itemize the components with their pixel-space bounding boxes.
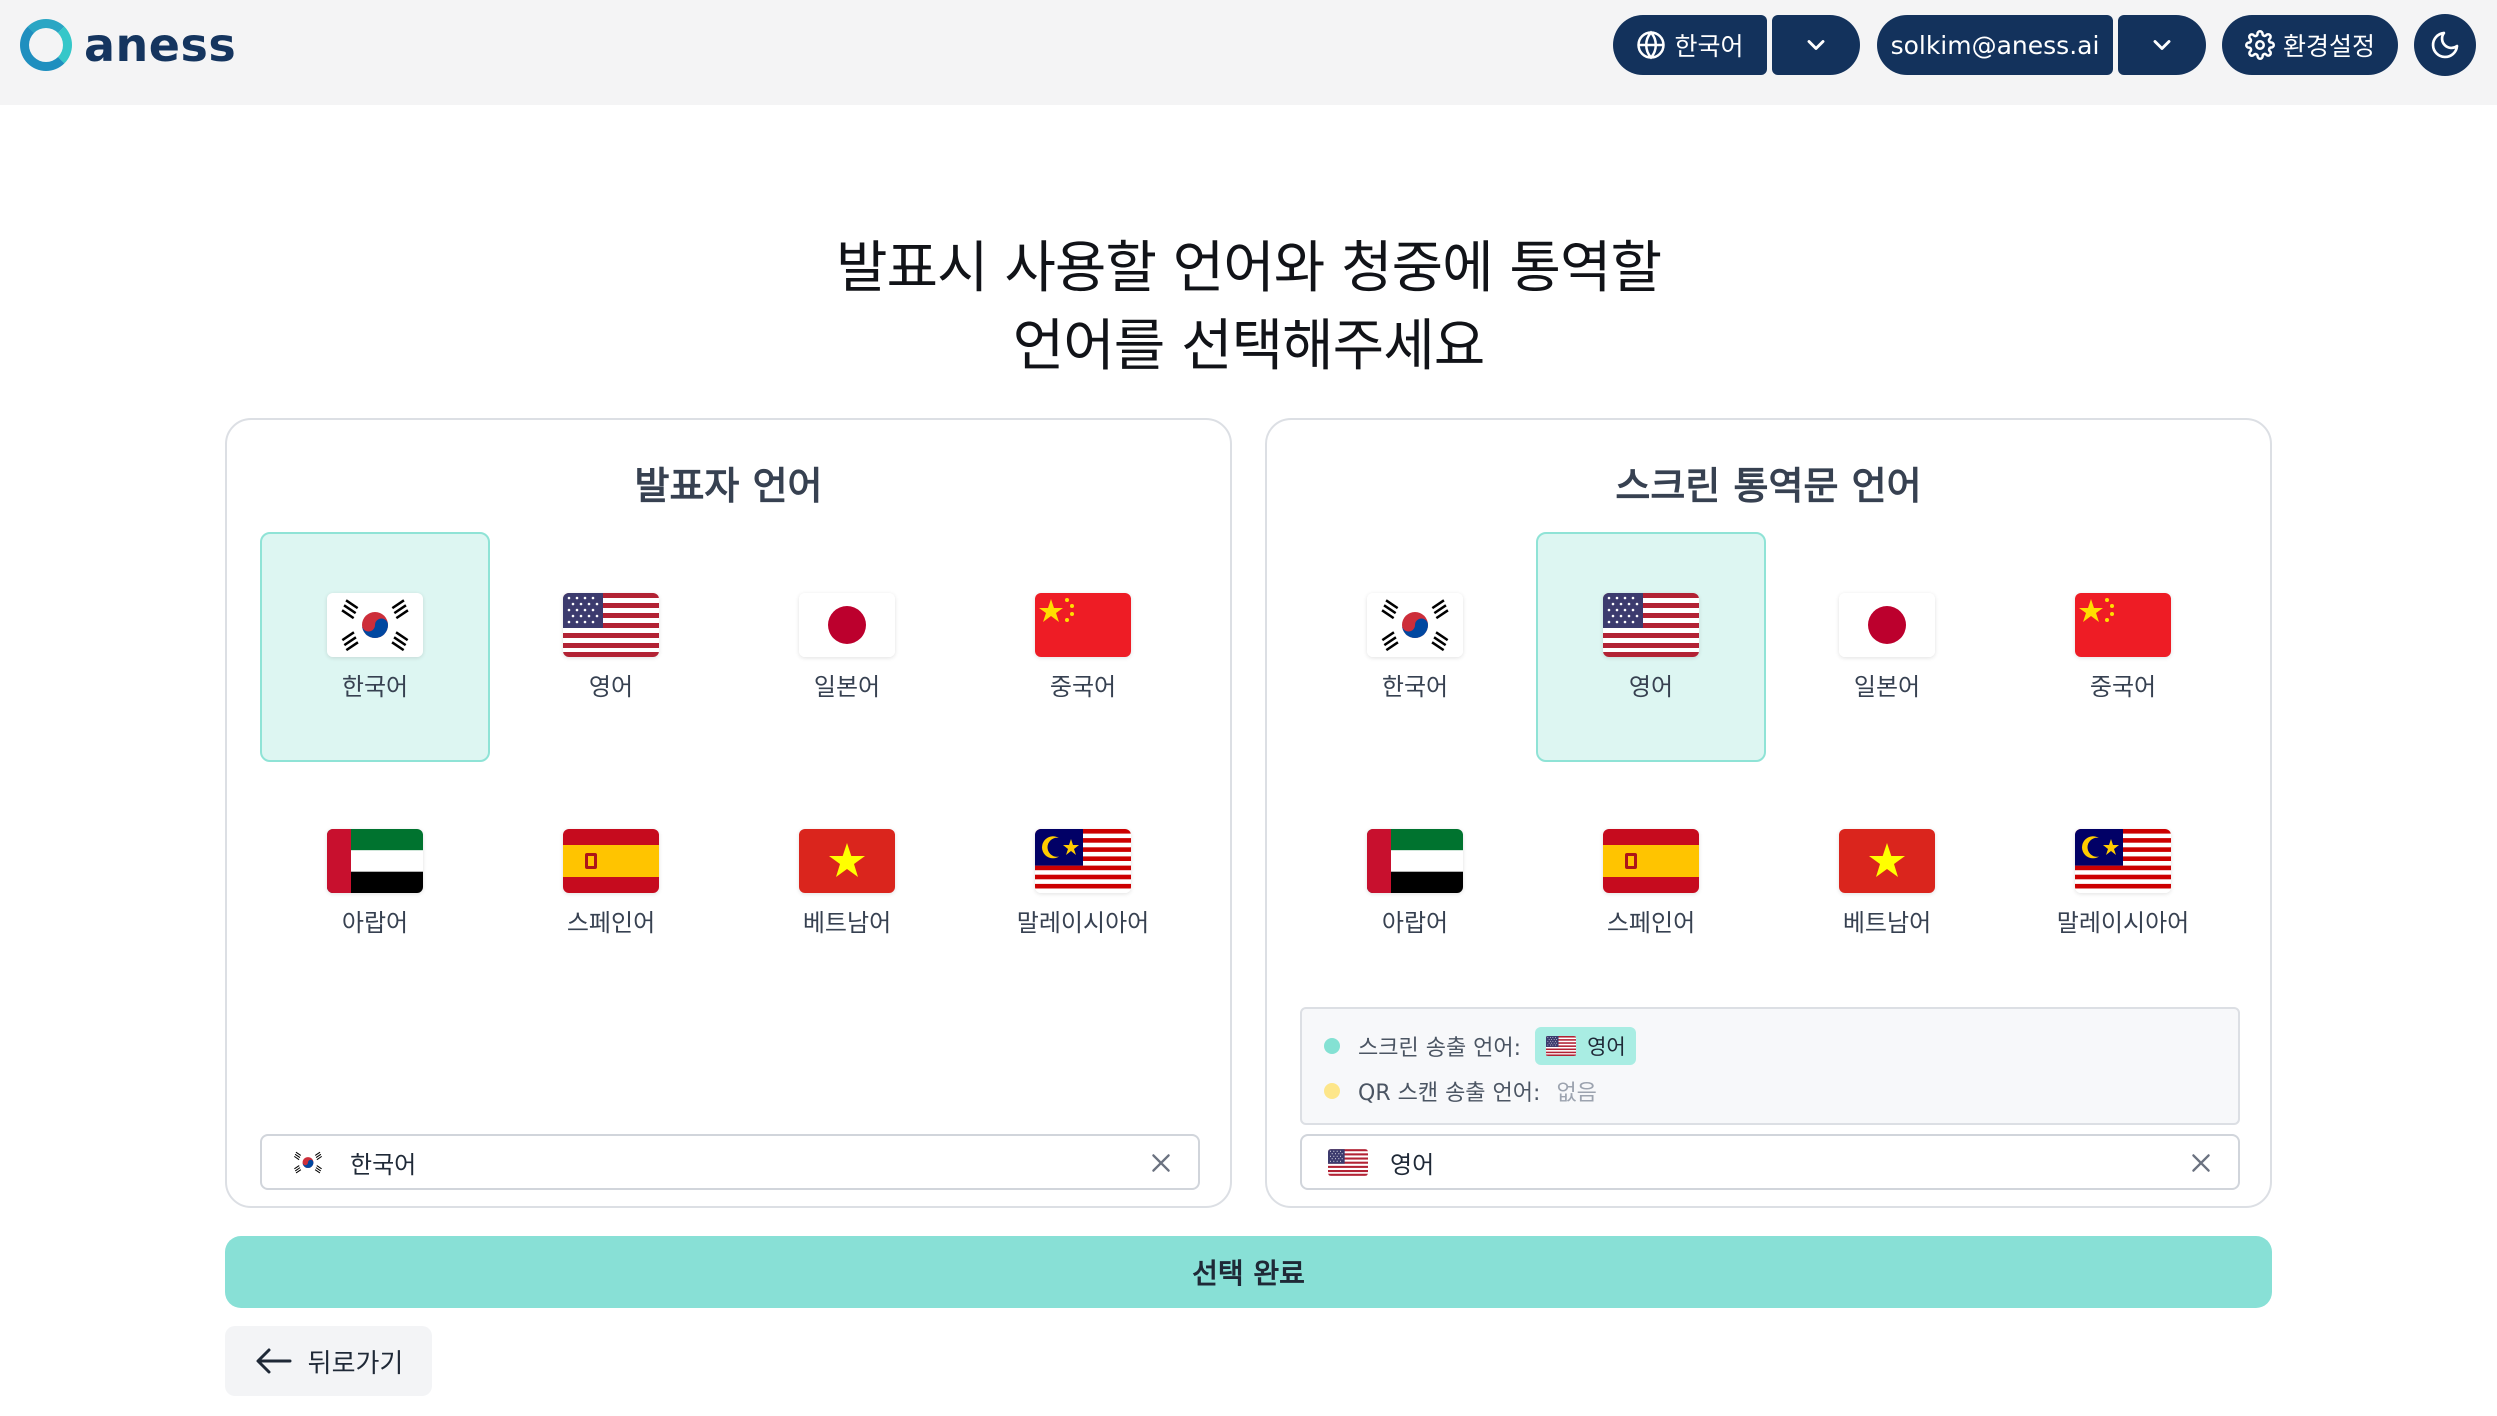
screen-output-row: 스크린 송출 언어: 영어 [1324,1027,1636,1065]
screen-language-option-label: 영어 [1628,672,1674,701]
speaker-language-option-label: 영어 [588,672,634,701]
screen-language-grid: 한국어 영어 일본어 중국어아랍어 스페인어 베트남어 말레이시아어 [1300,532,2240,1004]
speaker-language-title: 발표자 언어 [634,464,823,508]
gear-icon [2245,30,2275,60]
kr-flag-icon [327,592,423,657]
cn-flag-icon [2075,592,2171,657]
speaker-language-option[interactable]: 베트남어 [732,768,962,998]
back-button-label: 뒤로가기 [307,1348,404,1379]
my-flag-icon [1035,828,1131,893]
speaker-language-option[interactable]: 중국어 [968,532,1198,762]
speaker-language-option-label: 일본어 [813,672,881,701]
speaker-selected-language: 한국어 [350,1150,417,1179]
es-flag-icon [563,828,659,893]
vn-flag-icon [799,828,895,893]
page-title-line-1: 발표시 사용할 언어와 청중에 통역할 [835,236,1662,301]
screen-language-option[interactable]: 한국어 [1300,532,1530,762]
status-dot-yellow [1324,1083,1340,1099]
screen-language-panel: 스크린 통역문 언어 한국어 영어 일본어 중국어 아랍어 스페인어 베트남어 말레이시아어 … [1265,418,2272,1208]
speaker-language-panel: 발표자 언어 한국어 영어 일본어 중국어아랍어 스페인어 베트남어 말레이시아어 한국어 [225,418,1232,1208]
speaker-language-option[interactable]: 한국어 [260,532,490,762]
screen-language-option-label: 베트남어 [1842,908,1932,937]
speaker-language-option-label: 중국어 [1049,672,1117,701]
screen-language-option[interactable]: 일본어 [1772,532,2002,762]
submit-selection-button[interactable]: 선택 완료 [225,1236,2272,1308]
chevron-down-icon [1807,40,1825,50]
output-status-box: 스크린 송출 언어: 영어 QR 스캔 송출 언어: 없음 [1300,1007,2240,1125]
screen-language-option-label: 말레이시아어 [2056,908,2190,937]
close-icon[interactable] [2188,1150,2214,1176]
ae-flag-icon [1367,828,1463,893]
screen-language-option[interactable]: 베트남어 [1772,768,2002,998]
screen-output-label: 스크린 송출 언어: [1358,1036,1522,1061]
screen-language-option-label: 한국어 [1381,672,1449,701]
screen-language-option[interactable]: 아랍어 [1300,768,1530,998]
moon-icon [2431,31,2459,59]
user-email: solkim@aness.ai [1890,30,2100,60]
logo-ring-icon [20,19,72,71]
vn-flag-icon [1839,828,1935,893]
screen-language-option-label: 일본어 [1853,672,1921,701]
speaker-language-option-label: 말레이시아어 [1016,908,1150,937]
page-title-line-2: 언어를 선택해주세요 [1012,314,1485,379]
qr-output-label: QR 스캔 송출 언어: [1358,1081,1541,1106]
screen-language-title: 스크린 통역문 언어 [1615,464,1922,508]
close-icon[interactable] [1148,1150,1174,1176]
us-flag-icon [1603,592,1699,657]
settings-label: 환경설정 [2282,32,2375,61]
jp-flag-icon [1839,592,1935,657]
account-button[interactable]: solkim@aness.ai [1877,15,2113,75]
logo-text: aness [84,18,237,72]
screen-language-option[interactable]: 말레이시아어 [2008,768,2238,998]
chevron-down-icon [2153,40,2171,50]
speaker-language-option[interactable]: 스페인어 [496,768,726,998]
globe-icon [1637,30,1666,60]
speaker-language-option[interactable]: 일본어 [732,532,962,762]
screen-language-option-label: 스페인어 [1606,908,1696,937]
status-dot-teal [1324,1038,1340,1054]
us-flag-icon [563,592,659,657]
screen-language-option[interactable]: 중국어 [2008,532,2238,762]
arrow-left-icon [256,1348,292,1374]
speaker-language-option-label: 아랍어 [341,908,409,937]
cn-flag-icon [1035,592,1131,657]
language-dropdown-button[interactable] [1772,15,1860,75]
speaker-language-option[interactable]: 말레이시아어 [968,768,1198,998]
screen-language-select[interactable]: 영어 [1300,1134,2240,1190]
my-flag-icon [2075,828,2171,893]
back-button[interactable]: 뒤로가기 [225,1326,432,1396]
screen-language-option-label: 아랍어 [1381,908,1449,937]
speaker-language-option[interactable]: 아랍어 [260,768,490,998]
language-button-label: 한국어 [1674,32,1744,61]
top-bar: aness 한국어 solkim@aness.ai 환경설정 [0,0,2497,105]
speaker-language-option-label: 한국어 [341,672,409,701]
kr-flag-icon [288,1148,328,1176]
language-button[interactable]: 한국어 [1613,15,1767,75]
speaker-language-option-label: 스페인어 [566,908,656,937]
qr-output-value: 없음 [1556,1081,1597,1106]
page-title: 발표시 사용할 언어와 청중에 통역할 언어를 선택해주세요 [0,230,2497,386]
screen-selected-language: 영어 [1390,1150,1435,1179]
settings-button[interactable]: 환경설정 [2222,15,2398,75]
account-dropdown-button[interactable] [2118,15,2206,75]
ae-flag-icon [327,828,423,893]
qr-output-row: QR 스캔 송출 언어: 없음 [1324,1075,1597,1107]
theme-toggle-button[interactable] [2414,14,2476,76]
us-flag-icon [1328,1148,1368,1176]
us-flag-icon [1545,1036,1577,1056]
es-flag-icon [1603,828,1699,893]
screen-output-value: 영어 [1587,1035,1626,1059]
kr-flag-icon [1367,592,1463,657]
speaker-language-option[interactable]: 영어 [496,532,726,762]
jp-flag-icon [799,592,895,657]
app-logo[interactable]: aness [20,18,236,72]
speaker-language-grid: 한국어 영어 일본어 중국어아랍어 스페인어 베트남어 말레이시아어 [260,532,1200,1004]
screen-language-option[interactable]: 영어 [1536,532,1766,762]
screen-output-badge: 영어 [1535,1027,1636,1065]
speaker-language-select[interactable]: 한국어 [260,1134,1200,1190]
screen-language-option[interactable]: 스페인어 [1536,768,1766,998]
speaker-language-option-label: 베트남어 [802,908,892,937]
screen-language-option-label: 중국어 [2089,672,2157,701]
